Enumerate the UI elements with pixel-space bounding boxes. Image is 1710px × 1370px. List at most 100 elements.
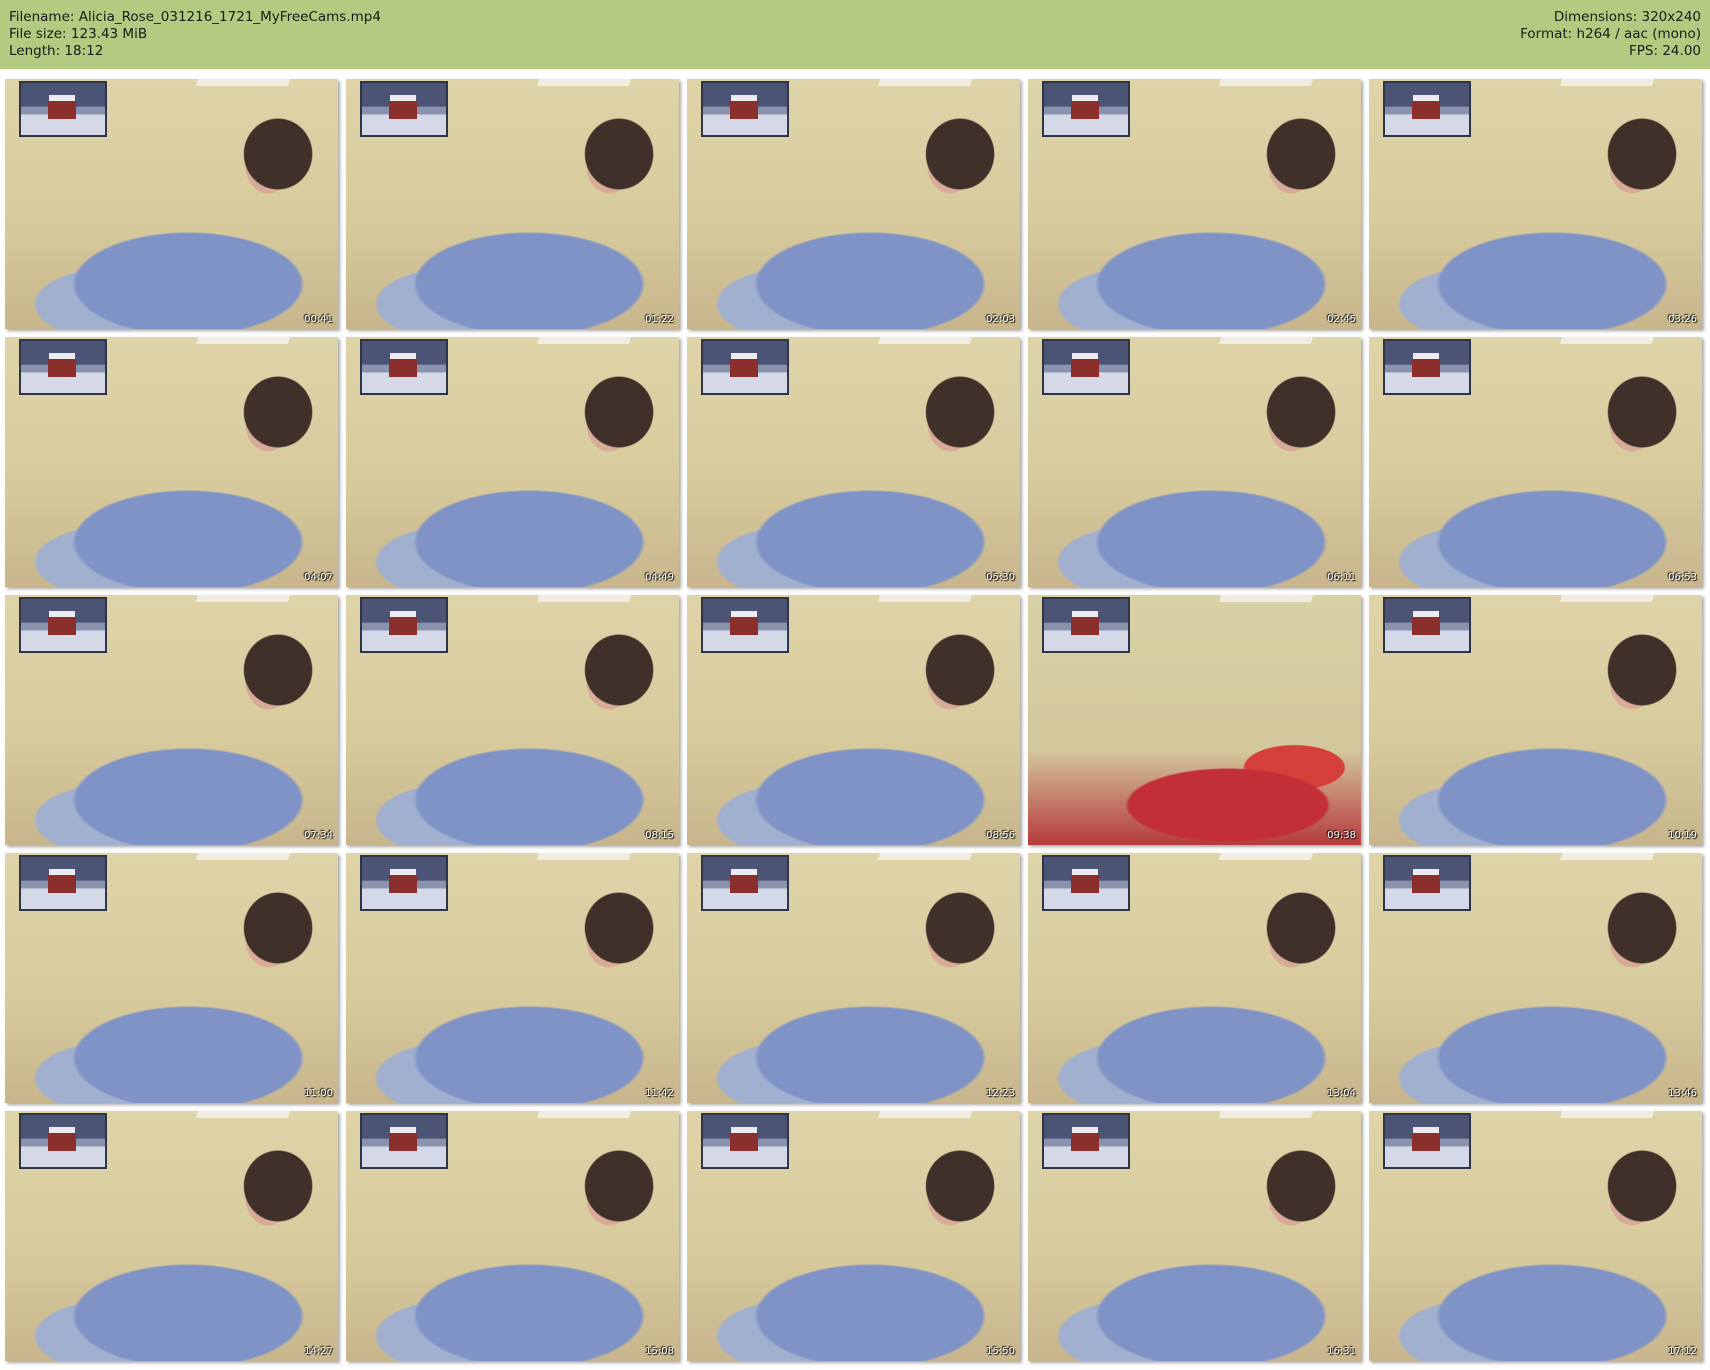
wall-shelf-icon	[195, 79, 291, 86]
wall-painting-icon	[360, 1113, 448, 1169]
length-label: Length: 18:12	[9, 43, 104, 59]
wall-shelf-icon	[1218, 79, 1314, 86]
wall-painting-icon	[701, 1113, 789, 1169]
wall-painting-icon	[19, 81, 107, 137]
video-info-right: Dimensions: 320x240 Format: h264 / aac (…	[1520, 9, 1701, 60]
thumbnail-timestamp: 05:30	[986, 572, 1015, 583]
video-thumbnail: 17:12	[1369, 1111, 1702, 1361]
video-thumbnail: 01:22	[346, 79, 679, 329]
thumbnail-timestamp: 04:49	[645, 572, 674, 583]
video-thumbnail: 06:11	[1028, 337, 1361, 587]
wall-shelf-icon	[1218, 595, 1314, 602]
thumbnail-timestamp: 11:42	[645, 1088, 674, 1099]
filename-label: Filename: Alicia_Rose_031216_1721_MyFree…	[9, 9, 381, 25]
wall-shelf-icon	[195, 1111, 291, 1118]
thumbnail-timestamp: 12:23	[986, 1088, 1015, 1099]
wall-shelf-icon	[877, 1111, 973, 1118]
wall-shelf-icon	[1559, 595, 1655, 602]
thumbnail-timestamp: 06:53	[1668, 572, 1697, 583]
format-label: Format: h264 / aac (mono)	[1520, 26, 1701, 42]
thumbnail-timestamp: 13:04	[1327, 1088, 1356, 1099]
wall-shelf-icon	[1559, 337, 1655, 344]
wall-painting-icon	[1042, 855, 1130, 911]
wall-shelf-icon	[1218, 853, 1314, 860]
wall-shelf-icon	[1559, 853, 1655, 860]
video-info-left: Filename: Alicia_Rose_031216_1721_MyFree…	[9, 9, 381, 60]
video-thumbnail: 04:07	[5, 337, 338, 587]
wall-painting-icon	[19, 855, 107, 911]
wall-painting-icon	[360, 81, 448, 137]
thumbnail-timestamp: 00:41	[304, 314, 333, 325]
wall-shelf-icon	[536, 79, 632, 86]
wall-painting-icon	[1383, 855, 1471, 911]
wall-painting-icon	[1383, 1113, 1471, 1169]
wall-shelf-icon	[877, 79, 973, 86]
video-thumbnail: 16:31	[1028, 1111, 1361, 1361]
video-thumbnail: 11:00	[5, 853, 338, 1103]
wall-painting-icon	[360, 339, 448, 395]
thumbnail-grid: 00:41 01:22 02:03 02:45 03:26 04:07 04:4…	[5, 79, 1709, 1369]
thumbnail-timestamp: 17:12	[1668, 1346, 1697, 1357]
wall-shelf-icon	[877, 595, 973, 602]
thumbnail-timestamp: 04:07	[304, 572, 333, 583]
video-thumbnail: 12:23	[687, 853, 1020, 1103]
wall-painting-icon	[701, 339, 789, 395]
video-thumbnail: 03:26	[1369, 79, 1702, 329]
wall-painting-icon	[701, 855, 789, 911]
wall-painting-icon	[19, 339, 107, 395]
video-thumbnail: 05:30	[687, 337, 1020, 587]
wall-shelf-icon	[195, 337, 291, 344]
wall-painting-icon	[1042, 339, 1130, 395]
wall-painting-icon	[360, 855, 448, 911]
wall-painting-icon	[701, 81, 789, 137]
wall-shelf-icon	[536, 337, 632, 344]
video-thumbnail: 10:19	[1369, 595, 1702, 845]
thumbnail-timestamp: 11:00	[304, 1088, 333, 1099]
wall-painting-icon	[360, 597, 448, 653]
video-thumbnail: 09:38	[1028, 595, 1361, 845]
fps-label: FPS: 24.00	[1629, 43, 1701, 59]
wall-shelf-icon	[877, 337, 973, 344]
thumbnail-timestamp: 15:50	[986, 1346, 1015, 1357]
video-thumbnail: 15:08	[346, 1111, 679, 1361]
thumbnail-timestamp: 02:45	[1327, 314, 1356, 325]
thumbnail-timestamp: 10:19	[1668, 830, 1697, 841]
video-info-header: Filename: Alicia_Rose_031216_1721_MyFree…	[0, 0, 1710, 69]
video-thumbnail: 11:42	[346, 853, 679, 1103]
wall-shelf-icon	[877, 853, 973, 860]
wall-shelf-icon	[1559, 79, 1655, 86]
thumbnail-timestamp: 08:56	[986, 830, 1015, 841]
wall-painting-icon	[1383, 81, 1471, 137]
wall-painting-icon	[19, 597, 107, 653]
wall-shelf-icon	[1218, 337, 1314, 344]
video-thumbnail: 14:27	[5, 1111, 338, 1361]
video-thumbnail: 08:15	[346, 595, 679, 845]
wall-painting-icon	[1042, 1113, 1130, 1169]
file-size-label: File size: 123.43 MiB	[9, 26, 148, 42]
thumbnail-timestamp: 15:08	[645, 1346, 674, 1357]
video-thumbnail: 06:53	[1369, 337, 1702, 587]
wall-painting-icon	[1042, 81, 1130, 137]
wall-shelf-icon	[536, 595, 632, 602]
wall-shelf-icon	[1559, 1111, 1655, 1118]
video-thumbnail: 00:41	[5, 79, 338, 329]
wall-painting-icon	[1383, 339, 1471, 395]
wall-shelf-icon	[1218, 1111, 1314, 1118]
video-thumbnail: 08:56	[687, 595, 1020, 845]
thumbnail-timestamp: 09:38	[1327, 830, 1356, 841]
thumbnail-timestamp: 02:03	[986, 314, 1015, 325]
thumbnail-timestamp: 16:31	[1327, 1346, 1356, 1357]
video-thumbnail: 13:04	[1028, 853, 1361, 1103]
thumbnail-timestamp: 08:15	[645, 830, 674, 841]
wall-shelf-icon	[536, 1111, 632, 1118]
thumbnail-timestamp: 06:11	[1327, 572, 1356, 583]
thumbnail-timestamp: 07:34	[304, 830, 333, 841]
wall-painting-icon	[19, 1113, 107, 1169]
wall-shelf-icon	[195, 595, 291, 602]
video-thumbnail: 13:46	[1369, 853, 1702, 1103]
dimensions-label: Dimensions: 320x240	[1553, 9, 1701, 25]
wall-painting-icon	[701, 597, 789, 653]
wall-shelf-icon	[195, 853, 291, 860]
wall-shelf-icon	[536, 853, 632, 860]
video-thumbnail: 07:34	[5, 595, 338, 845]
